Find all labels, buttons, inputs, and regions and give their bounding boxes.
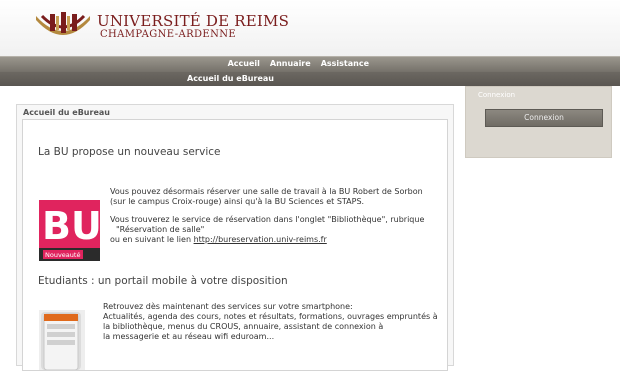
smartphone-icon: [41, 312, 81, 371]
article-text-line: la messagerie et au réseau wifi eduroam.…: [103, 332, 275, 341]
sub-nav: Accueil du eBureau: [0, 72, 620, 86]
nav-item-assistance[interactable]: Assistance: [316, 58, 374, 70]
bu-news-image: BU Nouveauté: [39, 200, 100, 261]
article-title: La BU propose un nouveau service: [38, 146, 221, 158]
subnav-item-accueil-ebureau[interactable]: Accueil du eBureau: [187, 73, 274, 85]
login-panel: Connexion Connexion: [465, 86, 612, 158]
header: Université de Reims Champagne-Ardenne: [0, 0, 620, 56]
article-title: Etudiants : un portail mobile à votre di…: [38, 275, 288, 287]
article-text-line: la bibliothèque, menus du CROUS, annuair…: [103, 322, 384, 331]
nav-item-annuaire[interactable]: Annuaire: [265, 58, 316, 70]
nav-items: Accueil Annuaire Assistance: [223, 58, 374, 70]
main-nav: Accueil Annuaire Assistance: [0, 56, 620, 72]
bureservation-link[interactable]: http://bureservation.univ-reims.fr: [194, 235, 327, 244]
mobile-portal-image: [39, 310, 85, 371]
article-text-prefix: ou en suivant le lien: [110, 235, 192, 244]
university-name: Université de Reims: [97, 12, 290, 30]
connexion-button[interactable]: Connexion: [485, 109, 603, 127]
main-panel-title: Accueil du eBureau: [23, 108, 110, 117]
article-text-line: Actualités, agenda des cours, notes et r…: [103, 312, 438, 321]
article-text-line: "Réservation de salle": [116, 225, 205, 234]
article-text-line: Vous pouvez désormais réserver une salle…: [110, 187, 423, 196]
main-panel-content: La BU propose un nouveau service BU Nouv…: [22, 119, 448, 371]
bu-image-text: BU: [42, 204, 100, 248]
article-text-line: Vous trouverez le service de réservation…: [110, 215, 425, 224]
article-text-line: Retrouvez dès maintenant des services su…: [103, 302, 353, 311]
nav-item-accueil[interactable]: Accueil: [223, 58, 265, 70]
main-panel: Accueil du eBureau La BU propose un nouv…: [16, 104, 454, 371]
university-logo-icon[interactable]: [34, 12, 92, 42]
article-text-line: ou en suivant le lien http://bureservati…: [110, 235, 327, 245]
bu-image-graphic: BU Nouveauté: [39, 200, 100, 261]
university-subtitle: Champagne-Ardenne: [100, 29, 237, 40]
login-panel-title: Connexion: [478, 91, 516, 99]
article-text-line: (sur le campus Croix-rouge) ainsi qu'à l…: [110, 197, 365, 206]
bu-image-badge: Nouveauté: [45, 251, 80, 259]
